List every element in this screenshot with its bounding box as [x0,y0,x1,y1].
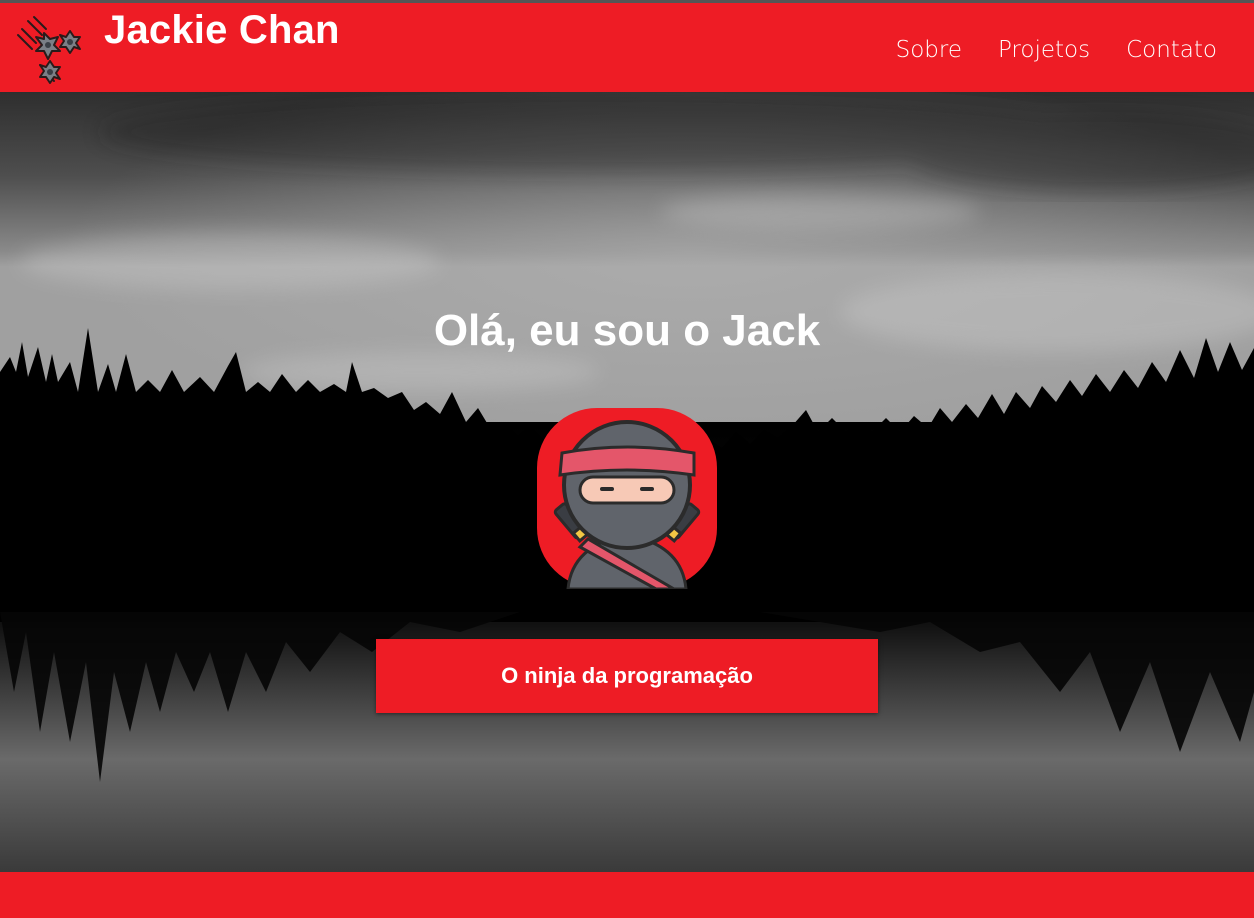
ninja-avatar-icon [537,408,717,589]
main-nav: Sobre Projetos Contato [896,37,1217,63]
site-footer [0,872,1254,918]
hero-section: Olá, eu sou o Jack O ninja da programaçã… [0,92,1254,872]
nav-link-sobre[interactable]: Sobre [896,37,962,63]
hero-title: Olá, eu sou o Jack [433,306,821,355]
site-header: Jackie Chan Sobre Projetos Contato [0,0,1254,92]
nav-link-contato[interactable]: Contato [1126,37,1217,63]
shuriken-icon[interactable] [14,15,86,87]
site-brand[interactable]: Jackie Chan [104,8,340,53]
nav-link-projetos[interactable]: Projetos [998,37,1090,63]
cta-button[interactable]: O ninja da programação [376,639,878,713]
